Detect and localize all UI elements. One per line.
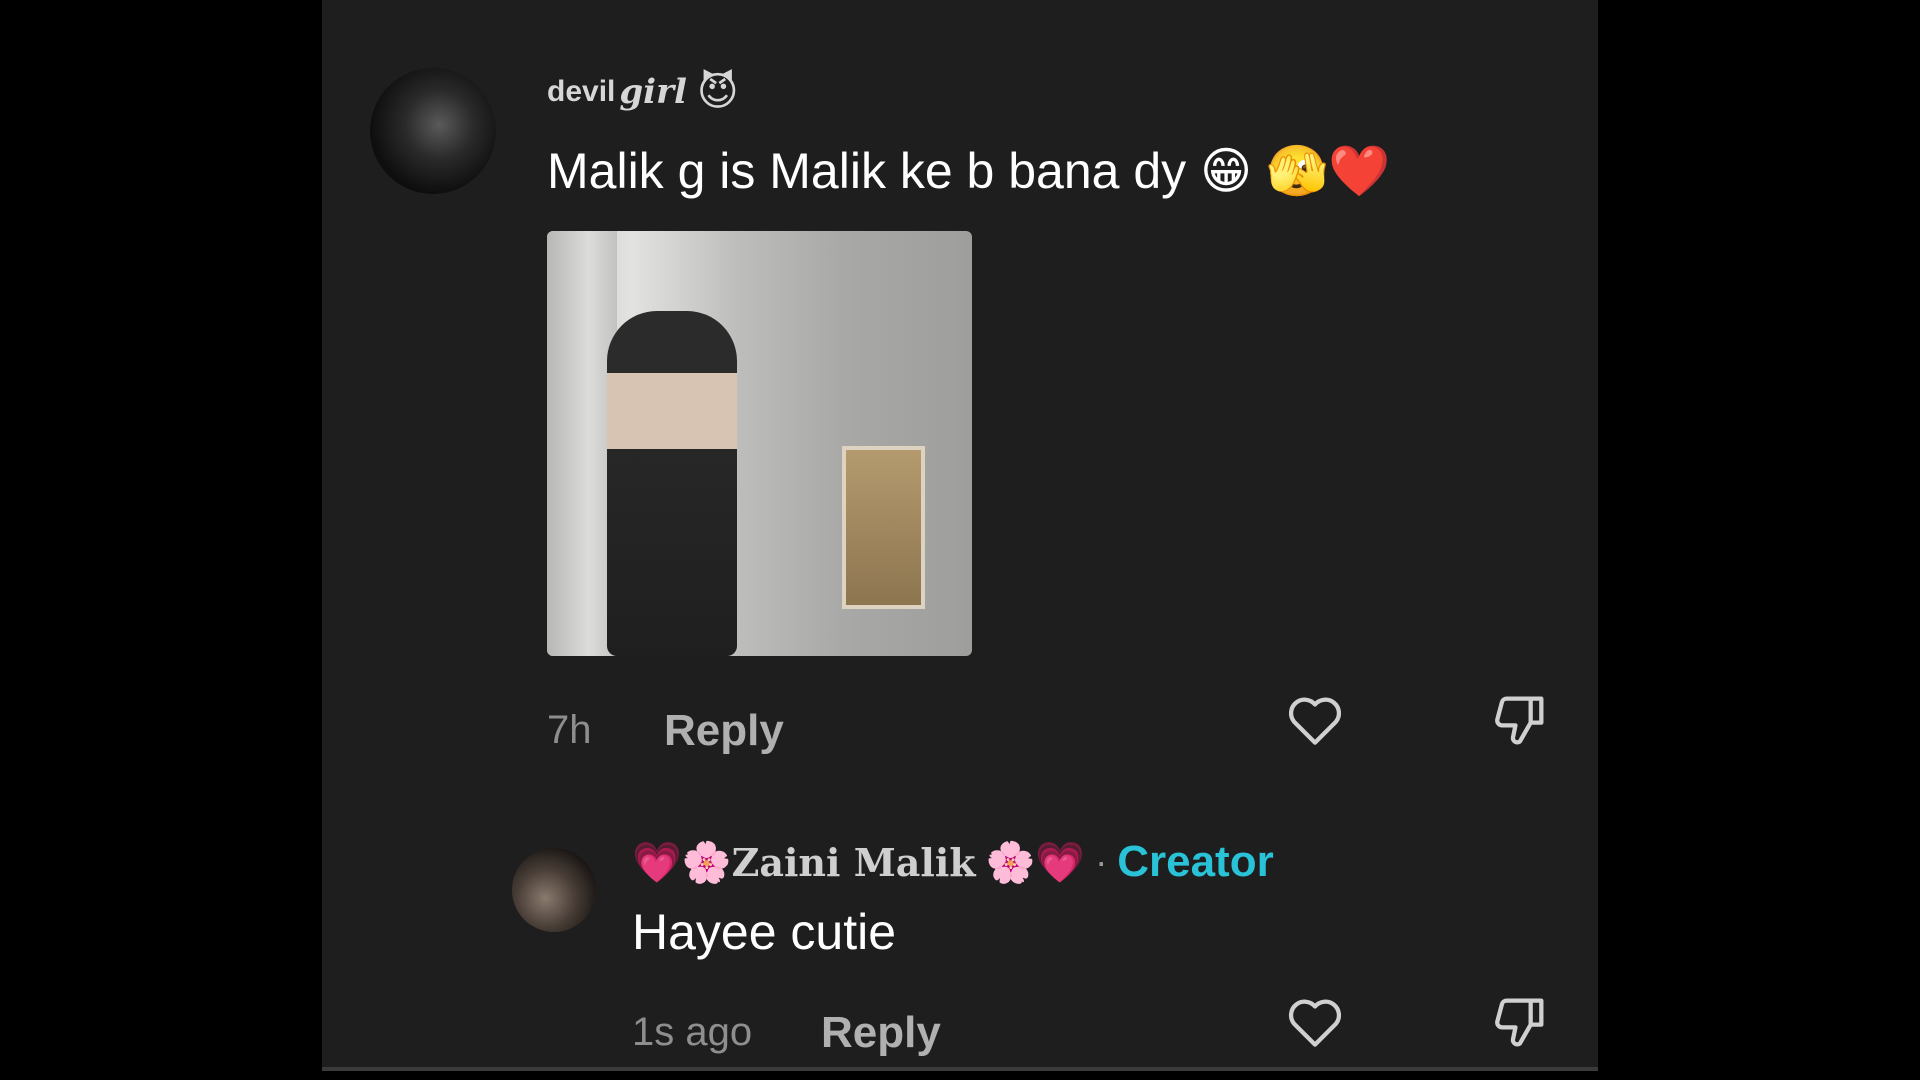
name-separator: ·	[1095, 841, 1108, 882]
image-person	[607, 311, 737, 656]
creator-name: Zaini Malik	[731, 839, 976, 885]
username-prefix: devil	[547, 75, 616, 108]
commenter-avatar[interactable]	[370, 68, 496, 194]
heart-icon[interactable]	[1283, 990, 1347, 1054]
comment-text: Malik g is Malik ke b bana dy 😁 🫣❤️	[547, 143, 1391, 199]
comment-timestamp: 7h	[547, 708, 592, 752]
username-emoji: 😈	[696, 69, 739, 115]
reply-text: Hayee cutie	[632, 904, 897, 960]
reply-reply-button[interactable]: Reply	[821, 1008, 941, 1058]
comment-reply-button[interactable]: Reply	[664, 706, 784, 756]
username-main: girl	[619, 72, 687, 112]
creator-name-row[interactable]: 💗🌸 Zaini Malik 🌸💗 · Creator	[632, 834, 1274, 890]
comment-attached-image[interactable]	[547, 231, 972, 656]
image-wall-frame	[842, 446, 925, 609]
creator-avatar[interactable]	[512, 848, 596, 932]
thumbs-down-icon[interactable]	[1488, 990, 1552, 1054]
creator-badge: Creator	[1117, 837, 1274, 886]
panel-divider	[322, 1067, 1598, 1071]
name-emoji-right: 🌸💗	[985, 839, 1086, 886]
reply-timestamp: 1s ago	[632, 1010, 753, 1054]
thumbs-down-icon[interactable]	[1488, 688, 1552, 752]
heart-icon[interactable]	[1283, 688, 1347, 752]
name-emoji-left: 💗🌸	[632, 839, 732, 886]
commenter-username[interactable]: devil girl 😈	[547, 62, 739, 122]
